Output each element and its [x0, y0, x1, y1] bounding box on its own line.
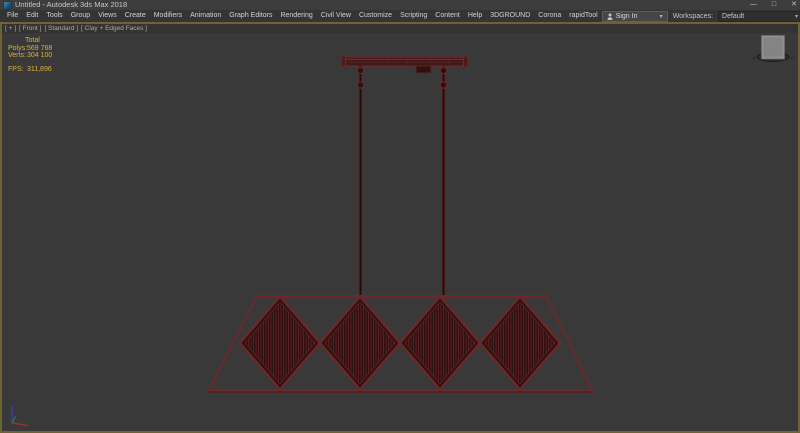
viewport[interactable]: [ + ] [ Front ] [ Standard ] [ Clay + Ed… [0, 22, 800, 433]
hanger-rod-right[interactable] [440, 66, 446, 296]
viewport-menu-shading[interactable]: [ Clay + Edged Faces ] [81, 25, 147, 33]
workspace-value: Default [722, 13, 744, 20]
shade-diamond-4[interactable] [480, 297, 560, 390]
sign-in-caret-icon: ▾ [660, 13, 663, 20]
menu-scripting[interactable]: Scripting [396, 10, 431, 22]
viewport-label: [ + ] [ Front ] [ Standard ] [ Clay + Ed… [5, 25, 147, 33]
workspace-caret-icon: ▾ [795, 13, 798, 20]
app-icon [4, 2, 11, 9]
menu-create[interactable]: Create [121, 10, 150, 22]
window-title: Untitled - Autodesk 3ds Max 2018 [15, 0, 127, 10]
menu-file[interactable]: File [3, 10, 22, 22]
viewport-menu-renderer[interactable]: [ Standard ] [44, 25, 78, 33]
workspace-dropdown[interactable]: Default ▾ [718, 11, 800, 22]
menu-3dground[interactable]: 3DGROUND [486, 10, 534, 22]
menu-views[interactable]: Views [94, 10, 121, 22]
shade-diamond-2[interactable] [320, 297, 400, 390]
shade-diamond-1[interactable] [240, 297, 320, 390]
ceiling-mount[interactable] [341, 56, 468, 73]
menu-edit[interactable]: Edit [22, 10, 42, 22]
viewcube[interactable] [751, 36, 795, 62]
hanger-rod-left[interactable] [357, 66, 363, 296]
stats-total-header: Total [25, 37, 52, 45]
menu-modifiers[interactable]: Modifiers [150, 10, 186, 22]
user-icon [607, 13, 613, 20]
menu-rendering[interactable]: Rendering [276, 10, 316, 22]
shade-frame[interactable] [208, 296, 593, 392]
world-axis-icon [12, 406, 28, 426]
menu-bar: File Edit Tools Group Views Create Modif… [0, 10, 800, 22]
stats-fps-value: 311,896 [27, 66, 52, 73]
close-button[interactable]: ✕ [791, 0, 797, 10]
menu-help[interactable]: Help [464, 10, 486, 22]
menu-corona[interactable]: Corona [534, 10, 565, 22]
menubar-right: Sign In ▾ Workspaces: Default ▾ [602, 11, 800, 22]
statistics-overlay: Total Polys: 569 768 Verts: 304 100 FPS:… [8, 37, 52, 73]
stats-verts-label: Verts: [8, 52, 25, 60]
viewport-menu-general[interactable]: [ + ] [5, 25, 16, 33]
stats-verts-row: Verts: 304 100 [8, 52, 52, 60]
title-bar: Untitled - Autodesk 3ds Max 2018 — □ ✕ [0, 0, 800, 10]
stats-verts-value: 304 100 [27, 52, 52, 59]
menu-tools[interactable]: Tools [42, 10, 66, 22]
shade-diamond-3[interactable] [400, 297, 480, 390]
minimize-button[interactable]: — [750, 0, 757, 10]
stats-fps-label: FPS: [8, 66, 25, 74]
menu-rapidtool[interactable]: rapidTool [565, 10, 601, 22]
menu-graph-editors[interactable]: Graph Editors [225, 10, 276, 22]
stats-polys-label: Polys: [8, 45, 25, 53]
menu-customize[interactable]: Customize [355, 10, 396, 22]
workspaces-label: Workspaces: [673, 13, 713, 20]
stats-fps-row: FPS: 311,896 [8, 66, 52, 74]
3dsmax-window: Untitled - Autodesk 3ds Max 2018 — □ ✕ F… [0, 0, 800, 433]
menu-animation[interactable]: Animation [186, 10, 225, 22]
stats-polys-row: Polys: 569 768 [8, 45, 52, 53]
window-controls: — □ ✕ [750, 0, 797, 10]
pendant-model[interactable] [208, 56, 593, 392]
viewport-canvas [2, 24, 798, 433]
menu-civil-view[interactable]: Civil View [317, 10, 355, 22]
stats-polys-value: 569 768 [27, 45, 52, 52]
maximize-button[interactable]: □ [772, 0, 776, 10]
viewport-menu-pov[interactable]: [ Front ] [19, 25, 41, 33]
menu-content[interactable]: Content [431, 10, 464, 22]
menu-group[interactable]: Group [67, 10, 94, 22]
sign-in-button[interactable]: Sign In ▾ [602, 11, 668, 22]
sign-in-label: Sign In [616, 13, 638, 20]
